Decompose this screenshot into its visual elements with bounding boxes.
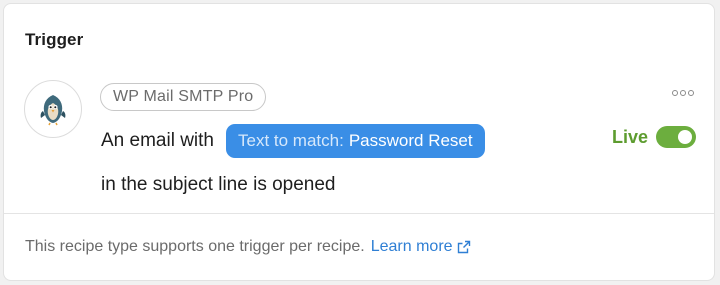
status-label: Live (611, 126, 648, 147)
learn-more-link[interactable]: Learn more (371, 238, 471, 256)
more-options-button[interactable] (672, 90, 694, 96)
integration-badge: WP Mail SMTP Pro (100, 83, 267, 111)
sentence-end: in the subject line is opened (101, 174, 336, 195)
footer-text: This recipe type supports one trigger pe… (25, 238, 365, 255)
external-link-icon (457, 240, 470, 254)
more-dot-icon (672, 90, 678, 96)
learn-more-label: Learn more (370, 238, 453, 255)
token-label: Text to match: (238, 131, 344, 150)
sentence-start: An email with (101, 130, 214, 151)
more-dot-icon (680, 90, 686, 96)
live-toggle[interactable] (656, 126, 696, 148)
trigger-card: Trigger WP Mail SMTP Pro An email with T… (3, 3, 715, 281)
more-dot-icon (688, 90, 694, 96)
card-title: Trigger (25, 30, 84, 49)
integration-icon (24, 80, 82, 138)
text-to-match-token[interactable]: Text to match: Password Reset (226, 124, 485, 158)
toggle-knob (678, 130, 692, 144)
divider (4, 213, 714, 214)
token-value: Password Reset (348, 131, 473, 150)
trigger-sentence: An email with Text to match: Password Re… (101, 124, 485, 158)
trigger-status: Live (612, 126, 696, 148)
footer-note: This recipe type supports one trigger pe… (25, 238, 471, 256)
bird-logo-icon (40, 95, 66, 126)
